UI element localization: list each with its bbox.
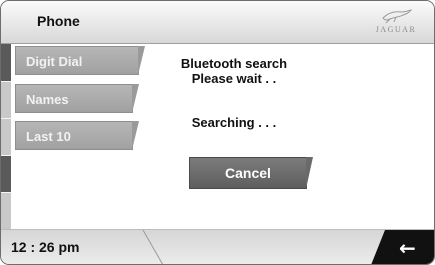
- nav-item-label: Digit Dial: [26, 54, 83, 69]
- bluetooth-search-text: Bluetooth search: [180, 56, 288, 71]
- nav-digit-dial-button[interactable]: Digit Dial: [15, 46, 139, 75]
- footer-divider: [142, 230, 164, 264]
- nav-last-10-button[interactable]: Last 10: [15, 121, 133, 150]
- footer-bar: 12 : 26 pm ←: [1, 229, 434, 264]
- logo-text: JAGUAR: [375, 25, 417, 34]
- rail-segment: [1, 82, 11, 119]
- phone-screen: Phone JAGUAR Digit Dial Names Last 10 Bl…: [0, 0, 435, 265]
- rail-segment: [1, 119, 11, 156]
- side-rail: [1, 44, 11, 230]
- leaping-jaguar-icon: [382, 9, 412, 24]
- nav-item-label: Names: [26, 92, 69, 107]
- header-bar: Phone JAGUAR: [1, 1, 434, 44]
- searching-text: Searching . . .: [191, 115, 277, 130]
- cancel-button[interactable]: Cancel: [189, 157, 307, 189]
- nav-item-label: Last 10: [26, 129, 71, 144]
- rail-segment: [1, 156, 11, 193]
- rail-segment: [1, 193, 11, 230]
- nav-names-button[interactable]: Names: [15, 84, 133, 113]
- cancel-label: Cancel: [225, 165, 271, 181]
- page-title: Phone: [37, 13, 80, 29]
- rail-segment: [1, 44, 11, 82]
- please-wait-text: Please wait . .: [191, 71, 277, 86]
- back-arrow-icon: ←: [399, 236, 416, 260]
- jaguar-logo: JAGUAR: [368, 8, 424, 38]
- clock-time: 12 : 26 pm: [11, 239, 80, 255]
- back-button[interactable]: ←: [371, 230, 434, 264]
